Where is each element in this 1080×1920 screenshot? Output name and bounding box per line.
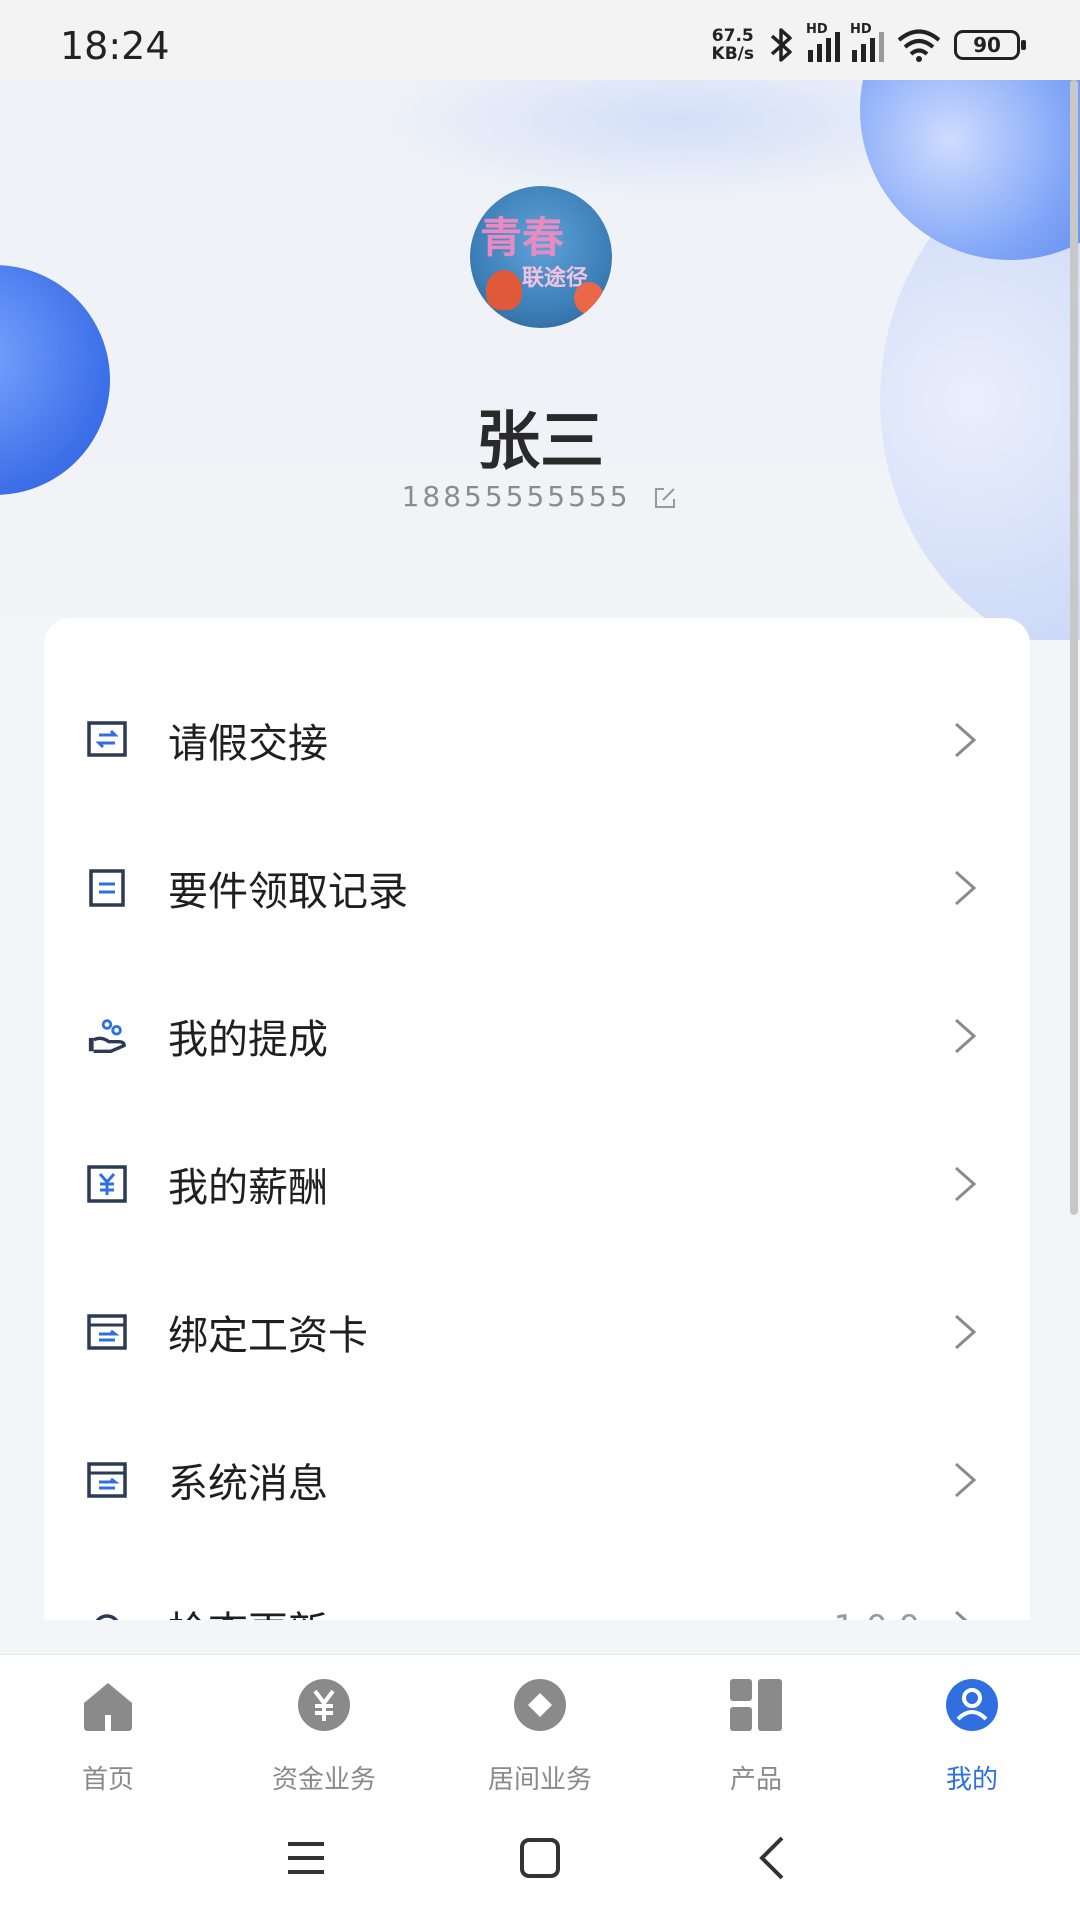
chevron-right-icon — [955, 1314, 977, 1350]
tab-mine[interactable]: 我的 — [864, 1655, 1080, 1799]
back-icon[interactable] — [744, 1828, 804, 1888]
signal-hd-label-2: HD — [850, 22, 872, 37]
menu-item-label: 系统消息 — [168, 1461, 328, 1507]
chevron-right-icon — [955, 870, 977, 906]
tab-label: 产品 — [729, 1765, 782, 1795]
system-navigation-bar — [0, 1798, 1080, 1920]
bluetooth-icon — [770, 28, 792, 62]
chevron-right-icon — [955, 722, 977, 758]
tab-label: 首页 — [81, 1765, 134, 1795]
menu-item-salary[interactable]: 我的薪酬 — [44, 1110, 1030, 1258]
menu-item-document-pickup[interactable]: 要件领取记录 — [44, 814, 1030, 962]
menu-item-label: 请假交接 — [168, 721, 328, 767]
tab-home[interactable]: 首页 — [0, 1655, 216, 1799]
tab-label: 资金业务 — [271, 1765, 376, 1795]
yen-card-icon — [86, 1163, 128, 1205]
phone-row[interactable]: 18855555555 — [0, 480, 1080, 513]
document-icon — [86, 867, 128, 909]
menu-item-label: 我的提成 — [168, 1017, 328, 1063]
tab-products[interactable]: 产品 — [648, 1655, 864, 1799]
wifi-icon — [897, 29, 941, 62]
menu-item-label: 要件领取记录 — [168, 869, 408, 915]
signal-hd-label: HD — [806, 22, 828, 37]
menu-item-label: 绑定工资卡 — [168, 1313, 368, 1359]
chevron-right-icon — [955, 1018, 977, 1054]
profile-header-background — [0, 80, 1080, 640]
bottom-tab-bar: 首页 资金业务 居间业务 产品 我的 — [0, 1654, 1080, 1798]
edit-icon[interactable] — [652, 485, 678, 511]
network-speed: 67.5 KB/s — [712, 27, 754, 63]
menu-icon[interactable] — [276, 1828, 336, 1888]
menu-item-leave-handover[interactable]: 请假交接 — [44, 666, 1030, 814]
message-card-icon — [86, 1459, 128, 1501]
home-button-icon[interactable] — [510, 1828, 570, 1888]
tab-label: 我的 — [945, 1765, 998, 1795]
refresh-icon — [86, 1607, 128, 1620]
user-name: 张三 — [476, 405, 604, 479]
avatar-text-top: 青春 — [480, 213, 565, 262]
tab-brokerage[interactable]: 居间业务 — [432, 1655, 648, 1799]
user-circle-icon — [946, 1679, 998, 1731]
status-time: 18:24 — [60, 24, 170, 68]
scrollbar[interactable] — [1070, 80, 1078, 1215]
bank-card-icon — [86, 1311, 128, 1353]
network-speed-value: 67.5 — [711, 26, 754, 46]
status-icons: 67.5 KB/s HD HD 90 — [712, 22, 1026, 64]
status-bar: 18:24 67.5 KB/s HD HD 90 — [0, 0, 1080, 80]
tab-label: 居间业务 — [487, 1765, 592, 1795]
yen-circle-icon — [298, 1679, 350, 1731]
cell-signal-2-icon: HD — [850, 22, 884, 62]
chevron-right-icon — [955, 1166, 977, 1202]
decorative-bubble-top-right — [860, 80, 1080, 260]
diamond-circle-icon — [514, 1679, 566, 1731]
network-speed-unit: KB/s — [711, 44, 754, 64]
menu-item-label: 我的薪酬 — [168, 1165, 328, 1211]
cell-signal-1-icon: HD — [806, 22, 840, 62]
menu-item-bind-salary-card[interactable]: 绑定工资卡 — [44, 1258, 1030, 1406]
phone-number: 18855555555 — [401, 480, 631, 513]
avatar-figure-left — [486, 270, 522, 310]
hand-coins-icon — [86, 1015, 128, 1057]
menu-card: 请假交接 要件领取记录 我的提成 我的薪酬 绑定工资卡 系统消息 — [44, 618, 1030, 1620]
grid-icon — [730, 1679, 782, 1731]
menu-item-commission[interactable]: 我的提成 — [44, 962, 1030, 1110]
tab-funds[interactable]: 资金业务 — [216, 1655, 432, 1799]
battery-indicator: 90 — [954, 30, 1026, 60]
chevron-right-icon — [955, 1610, 968, 1620]
app-version: 1.0.0 — [833, 1608, 920, 1620]
menu-item-system-messages[interactable]: 系统消息 — [44, 1406, 1030, 1554]
avatar-figure-right — [574, 282, 604, 314]
transfer-icon — [86, 718, 128, 760]
home-icon — [84, 1683, 132, 1731]
menu-item-check-update[interactable]: 检查更新 1.0.0 — [44, 1554, 1030, 1620]
menu-item-label: 检查更新 — [168, 1599, 328, 1620]
chevron-right-icon — [955, 1462, 977, 1498]
avatar[interactable]: 青春 联途径 — [470, 186, 612, 328]
